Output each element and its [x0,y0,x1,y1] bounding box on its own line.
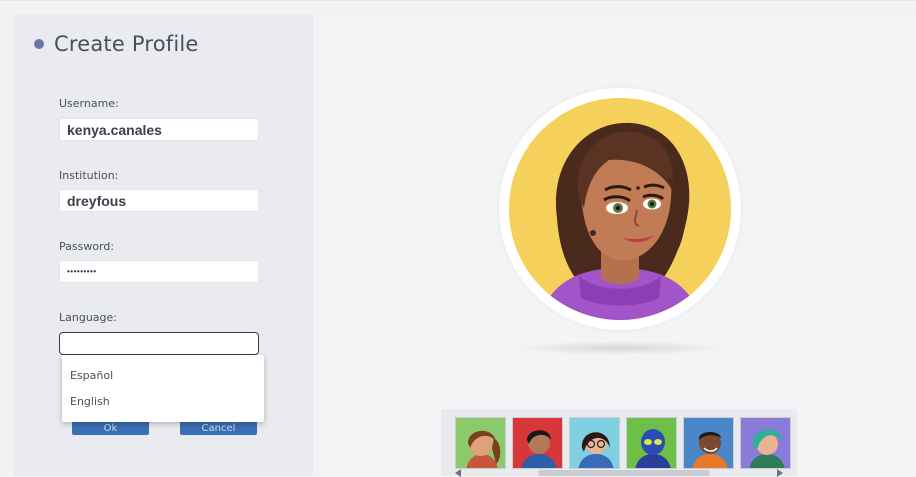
avatar-thumbnail-strip [441,409,797,477]
profile-form-panel: Create Profile Username: kenya.canales I… [14,15,313,476]
language-label: Language: [59,311,117,324]
language-select[interactable] [59,332,259,355]
avatar-thumb-girl-brown-hair[interactable] [455,417,506,469]
institution-field[interactable]: dreyfous [59,189,259,212]
avatar-selection-area [313,15,916,477]
username-label: Username: [59,97,119,110]
password-label: Password: [59,240,115,253]
selected-avatar-frame [499,88,741,330]
title-dot-icon [34,39,44,49]
avatar-thumb-teal-hair[interactable] [740,417,791,469]
language-dropdown-menu: Español English [62,355,264,422]
institution-label: Institution: [59,169,119,182]
avatar-thumb-man-red-bg[interactable] [512,417,563,469]
username-field[interactable]: kenya.canales [59,118,259,141]
page-title: Create Profile [54,32,199,56]
avatar-shadow [513,341,727,355]
scroll-left-arrow-icon[interactable] [455,469,461,477]
language-option-espanol[interactable]: Español [70,369,113,382]
language-option-english[interactable]: English [70,395,110,408]
avatar-thumb-robot-alien[interactable] [626,417,677,469]
title-row: Create Profile [34,32,199,56]
selected-avatar [509,98,731,320]
scroll-right-arrow-icon[interactable] [777,469,783,477]
avatar-woman-illustration [509,98,731,320]
avatar-thumb-woman-glasses[interactable] [569,417,620,469]
thumbnail-scrollbar[interactable] [538,470,710,476]
avatar-thumb-boy-orange-shirt[interactable] [683,417,734,469]
create-profile-window: Create Profile Username: kenya.canales I… [0,0,916,477]
password-field[interactable]: ••••••••• [59,260,259,283]
